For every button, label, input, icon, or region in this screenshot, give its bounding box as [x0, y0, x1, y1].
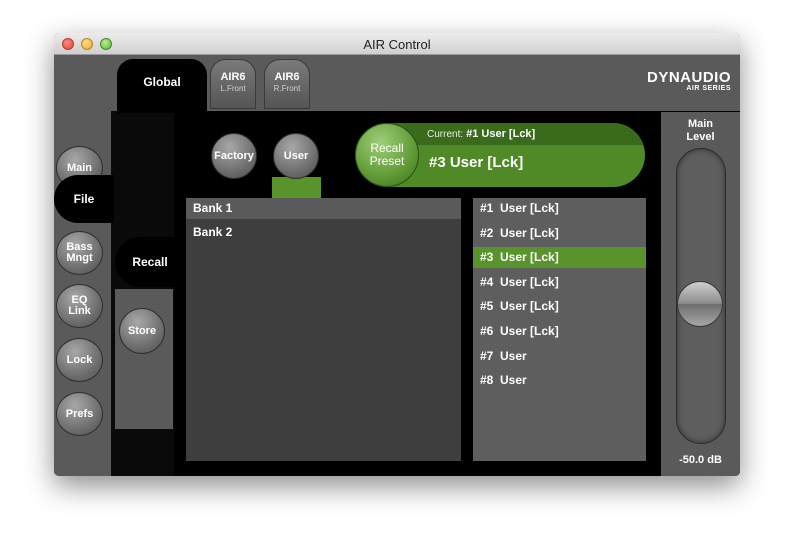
- preset-list: #1 User [Lck] #2 User [Lck] #3 User [Lck] #…: [473, 198, 646, 461]
- user-source-button[interactable]: User: [273, 133, 319, 179]
- preset-list-item[interactable]: #8 User: [473, 370, 646, 391]
- recall-preset-button[interactable]: Recall Preset: [355, 123, 419, 187]
- nav-eq-label: EQ Link: [68, 294, 91, 317]
- logo-brand: DYNAUDIO: [646, 69, 731, 86]
- tab-air6-right-front[interactable]: AIR6 R.Front: [264, 59, 310, 109]
- recall-preset-label: Recall Preset: [369, 141, 405, 168]
- dynaudio-logo: DYNAUDIO AIR SERIES: [647, 69, 731, 92]
- preset-list-item[interactable]: #5 User [Lck]: [473, 296, 646, 317]
- main-level-value: -50.0 dB: [679, 454, 722, 466]
- main-level-label: Main Level: [686, 118, 715, 143]
- bank-list-item[interactable]: Bank 1: [186, 198, 461, 219]
- bank-list-item[interactable]: Bank 2: [186, 222, 461, 243]
- app-window: AIR Control Global AIR6 L.Front AIR6 R.F…: [54, 33, 740, 476]
- tab-air6-right-label: AIR6: [274, 71, 300, 83]
- nav-lock-button[interactable]: Lock: [56, 338, 103, 382]
- current-label: Current:: [427, 129, 464, 140]
- tab-air6-left-front[interactable]: AIR6 L.Front: [210, 59, 256, 109]
- preset-list-item[interactable]: #1 User [Lck]: [473, 198, 646, 219]
- title-bar[interactable]: AIR Control: [54, 33, 740, 55]
- current-preset: Current: #1 User [Lck]: [427, 128, 535, 140]
- nav-file-button[interactable]: File: [54, 175, 114, 223]
- tab-air6-left-sub: L.Front: [220, 84, 246, 93]
- preset-list-item[interactable]: #2 User [Lck]: [473, 223, 646, 244]
- nav-prefs-button[interactable]: Prefs: [56, 392, 103, 436]
- nav-bass-label: Bass Mngt: [66, 241, 93, 264]
- app-content: Global AIR6 L.Front AIR6 R.Front DYNAUDI…: [54, 55, 740, 476]
- tab-air6-right-sub: R.Front: [273, 84, 301, 93]
- tab-air6-left-label: AIR6: [220, 71, 246, 83]
- nav-eq-link-button[interactable]: EQ Link: [56, 284, 103, 328]
- bank-list: Bank 1 Bank 2: [186, 198, 461, 461]
- selected-preset-name: #3 User [Lck]: [429, 154, 524, 171]
- logo-series: AIR SERIES: [686, 85, 731, 92]
- tab-global[interactable]: Global: [117, 59, 207, 113]
- subnav-store-button[interactable]: Store: [119, 308, 165, 354]
- preset-list-item[interactable]: #7 User: [473, 346, 646, 367]
- preset-list-item[interactable]: #3 User [Lck]: [473, 247, 646, 269]
- current-preset-value: #1 User [Lck]: [466, 128, 536, 140]
- factory-source-button[interactable]: Factory: [211, 133, 257, 179]
- preset-list-item[interactable]: #6 User [Lck]: [473, 321, 646, 342]
- window-title: AIR Control: [363, 37, 431, 52]
- nav-bass-mngt-button[interactable]: Bass Mngt: [56, 231, 103, 275]
- main-level-panel: Main Level -50.0 dB: [661, 112, 740, 476]
- main-level-fader-knob[interactable]: [677, 280, 723, 327]
- subnav-recall-tab[interactable]: Recall: [115, 237, 185, 287]
- preset-list-item[interactable]: #4 User [Lck]: [473, 272, 646, 293]
